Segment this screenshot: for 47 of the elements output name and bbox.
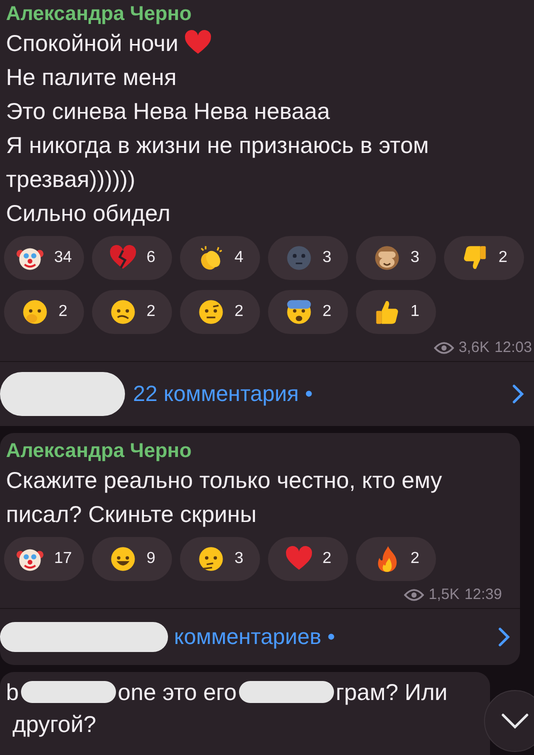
reaction-chip[interactable]: 34: [4, 236, 84, 280]
message-time: 12:39: [464, 586, 502, 603]
chevron-right-icon: [498, 627, 510, 647]
monkey-icon: [372, 244, 401, 272]
fearful-icon: [284, 298, 313, 326]
message-text: грам? Или: [336, 678, 448, 707]
reaction-chip[interactable]: 3: [356, 236, 436, 280]
message-text: другой?: [12, 710, 96, 739]
reaction-chip[interactable]: 2: [268, 290, 348, 334]
reaction-chip[interactable]: 2: [356, 537, 436, 581]
author-name: Александра Черно: [5, 439, 193, 463]
views-icon: [434, 340, 454, 354]
view-count: 3,6K: [458, 339, 490, 356]
message-text: Это синева Нева Нева невааа: [6, 97, 330, 126]
message-text: Сильно обидел: [6, 199, 170, 228]
reaction-chip[interactable]: 9: [92, 537, 172, 581]
message-text: b: [6, 678, 19, 707]
author-name: Александра Черно: [5, 2, 193, 26]
reaction-chip[interactable]: 2: [180, 290, 260, 334]
message-text: Не палите меня: [6, 63, 177, 92]
comments-link[interactable]: комментариев •: [0, 608, 520, 665]
comments-link[interactable]: 22 комментария •: [0, 361, 534, 426]
message-text: one это его: [118, 678, 237, 707]
chevron-right-icon: [512, 384, 524, 404]
view-count: 1,5K: [428, 586, 460, 603]
reaction-chip[interactable]: 2: [444, 236, 524, 280]
scroll-down-button[interactable]: [484, 690, 534, 752]
reaction-chip[interactable]: 4: [180, 236, 260, 280]
reaction-chip[interactable]: 1: [356, 290, 436, 334]
chevron-down-icon: [500, 712, 530, 730]
moon-icon: [284, 244, 313, 272]
eyebrow-icon: [196, 298, 225, 326]
reaction-chip[interactable]: 6: [92, 236, 172, 280]
yawn-icon: [20, 298, 49, 326]
reaction-chip[interactable]: 2: [92, 290, 172, 334]
message-text: Спокойной ночи: [6, 29, 178, 58]
reaction-chip[interactable]: 2: [4, 290, 84, 334]
reaction-chip[interactable]: 2: [268, 537, 348, 581]
message-time: 12:03: [494, 339, 532, 356]
comments-count[interactable]: комментариев •: [174, 624, 336, 650]
reaction-chip[interactable]: 17: [4, 537, 84, 581]
reaction-chip[interactable]: 3: [180, 537, 260, 581]
reaction-chip[interactable]: 3: [268, 236, 348, 280]
views-icon: [404, 588, 424, 602]
comments-count[interactable]: 22 комментария •: [133, 381, 313, 407]
message-text: Скажите реально только честно, кто ему писал? Скиньте скрины: [6, 466, 444, 529]
message-text: Я никогда в жизни не признаюсь в этом трезвая)))))): [6, 131, 430, 194]
